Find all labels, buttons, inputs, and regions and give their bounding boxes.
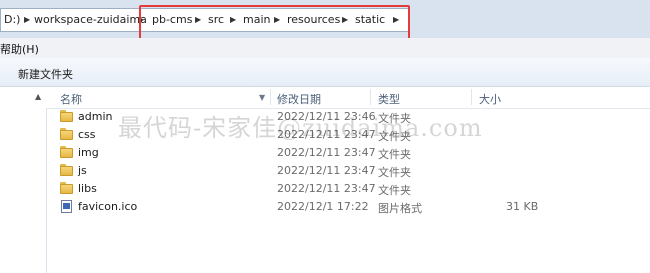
column-divider[interactable] (471, 89, 472, 105)
file-type: 文件夹 (378, 148, 411, 161)
address-bar-region: D:) ▶ workspace-zuidaima ▶ pb-cms ▶ src … (0, 0, 650, 42)
file-type: 文件夹 (378, 112, 411, 125)
column-divider[interactable] (270, 89, 271, 105)
file-name: css (78, 128, 96, 141)
red-highlight-annotation (139, 5, 410, 42)
scroll-up-arrow-icon[interactable]: ▲ (35, 92, 41, 101)
toolbar: 新建文件夹 (0, 58, 650, 87)
sort-dropdown-icon[interactable]: ▼ (259, 93, 265, 102)
file-row[interactable]: img 2022/12/11 23:47 文件夹 (46, 144, 650, 162)
file-name: favicon.ico (78, 200, 138, 213)
file-date: 2022/12/1 17:22 (277, 200, 369, 213)
file-date: 2022/12/11 23:46 (277, 110, 376, 123)
menu-help[interactable]: 帮助(H) (0, 41, 39, 57)
folder-icon (60, 128, 74, 141)
folder-icon (60, 182, 74, 195)
file-name: img (78, 146, 99, 159)
file-date: 2022/12/11 23:47 (277, 128, 376, 141)
file-row[interactable]: admin 2022/12/11 23:46 文件夹 (46, 108, 650, 126)
navigation-pane: ▲ (0, 87, 47, 273)
breadcrumb-separator-icon[interactable]: ▶ (24, 9, 30, 31)
column-header-row: 名称 ▼ 修改日期 类型 大小 (46, 87, 650, 109)
file-name: js (78, 164, 87, 177)
folder-icon (60, 146, 74, 159)
new-folder-button[interactable]: 新建文件夹 (18, 66, 73, 82)
file-row[interactable]: libs 2022/12/11 23:47 文件夹 (46, 180, 650, 198)
file-type: 文件夹 (378, 184, 411, 197)
file-type: 文件夹 (378, 166, 411, 179)
breadcrumb-workspace[interactable]: workspace-zuidaima (34, 9, 147, 31)
column-header-name[interactable]: 名称 (60, 91, 82, 107)
file-size: 31 KB (506, 200, 539, 213)
file-row[interactable]: js 2022/12/11 23:47 文件夹 (46, 162, 650, 180)
column-header-type[interactable]: 类型 (378, 91, 400, 107)
column-divider[interactable] (370, 89, 371, 105)
column-header-size[interactable]: 大小 (479, 91, 501, 107)
column-header-date[interactable]: 修改日期 (277, 91, 321, 107)
image-file-icon (60, 200, 74, 213)
file-type: 图片格式 (378, 202, 422, 215)
file-row[interactable]: css 2022/12/11 23:47 文件夹 (46, 126, 650, 144)
file-row[interactable]: favicon.ico 2022/12/1 17:22 图片格式 31 KB (46, 198, 650, 216)
file-date: 2022/12/11 23:47 (277, 164, 376, 177)
menu-bar: 帮助(H) (0, 38, 650, 58)
file-type: 文件夹 (378, 130, 411, 143)
file-list: admin 2022/12/11 23:46 文件夹 css 2022/12/1… (46, 108, 650, 216)
folder-icon (60, 110, 74, 123)
breadcrumb-drive[interactable]: D:) (4, 9, 20, 31)
folder-icon (60, 164, 74, 177)
file-name: admin (78, 110, 113, 123)
file-name: libs (78, 182, 97, 195)
file-date: 2022/12/11 23:47 (277, 182, 376, 195)
file-date: 2022/12/11 23:47 (277, 146, 376, 159)
